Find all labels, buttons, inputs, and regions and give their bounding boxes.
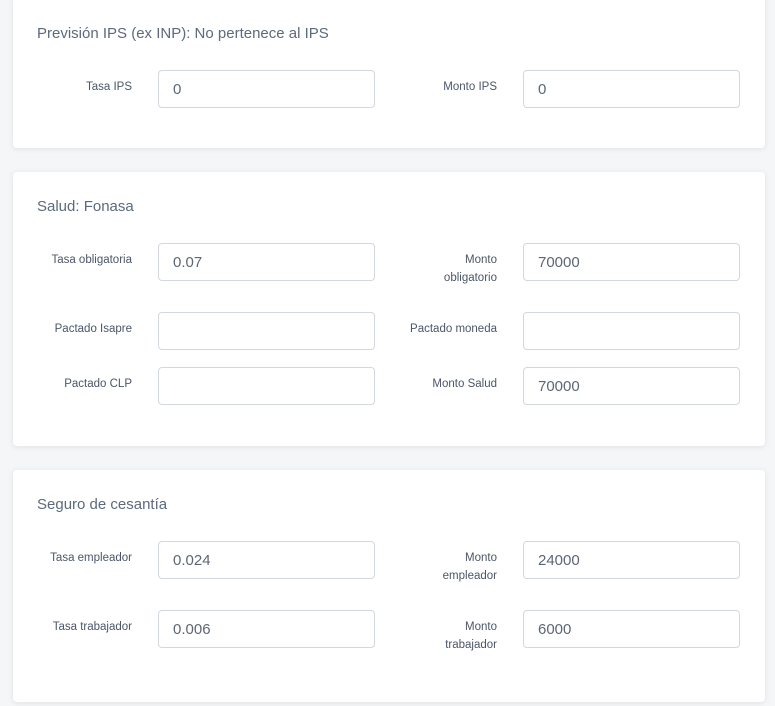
monto-salud-label: Monto Salud <box>432 378 497 390</box>
pactado-moneda-input[interactable] <box>523 312 740 350</box>
cesantia-section-card: Seguro de cesantía Tasa empleador Monto … <box>13 470 765 702</box>
monto-obligatorio-label-line2: obligatorio <box>443 272 497 284</box>
tasa-empleador-input[interactable] <box>158 541 375 579</box>
salud-section-card: Salud: Fonasa Tasa obligatoria Monto obl… <box>13 172 765 446</box>
tasa-ips-input[interactable] <box>158 70 375 108</box>
monto-obligatorio-label: Monto obligatorio <box>393 251 497 287</box>
monto-ips-input[interactable] <box>523 70 740 108</box>
salud-section-title: Salud: Fonasa <box>37 198 134 215</box>
monto-trabajador-label: Monto trabajador <box>393 618 497 654</box>
monto-obligatorio-label-line1: Monto <box>465 254 497 266</box>
monto-empleador-input[interactable] <box>523 541 740 579</box>
cesantia-section-title: Seguro de cesantía <box>37 496 168 513</box>
monto-empleador-label-line1: Monto <box>465 552 497 564</box>
pactado-moneda-label: Pactado moneda <box>410 323 497 335</box>
monto-trabajador-label-line2: trabajador <box>445 639 497 651</box>
ips-section-title: Previsión IPS (ex INP): No pertenece al … <box>37 25 329 42</box>
pactado-isapre-input[interactable] <box>158 312 375 350</box>
pactado-isapre-label: Pactado Isapre <box>54 323 132 335</box>
monto-empleador-label-line2: empleador <box>442 570 497 582</box>
tasa-obligatoria-label: Tasa obligatoria <box>51 254 132 266</box>
tasa-empleador-label: Tasa empleador <box>50 552 132 564</box>
tasa-trabajador-label: Tasa trabajador <box>52 621 132 633</box>
monto-trabajador-label-line1: Monto <box>465 621 497 633</box>
tasa-ips-label: Tasa IPS <box>85 81 132 93</box>
monto-empleador-label: Monto empleador <box>393 549 497 585</box>
ips-section-card: Previsión IPS (ex INP): No pertenece al … <box>13 0 765 148</box>
tasa-trabajador-input[interactable] <box>158 610 375 648</box>
monto-ips-label: Monto IPS <box>443 81 497 93</box>
tasa-obligatoria-input[interactable] <box>158 243 375 281</box>
monto-salud-input[interactable] <box>523 367 740 405</box>
pactado-clp-label: Pactado CLP <box>64 378 132 390</box>
monto-trabajador-input[interactable] <box>523 610 740 648</box>
pactado-clp-input[interactable] <box>158 367 375 405</box>
monto-obligatorio-input[interactable] <box>523 243 740 281</box>
